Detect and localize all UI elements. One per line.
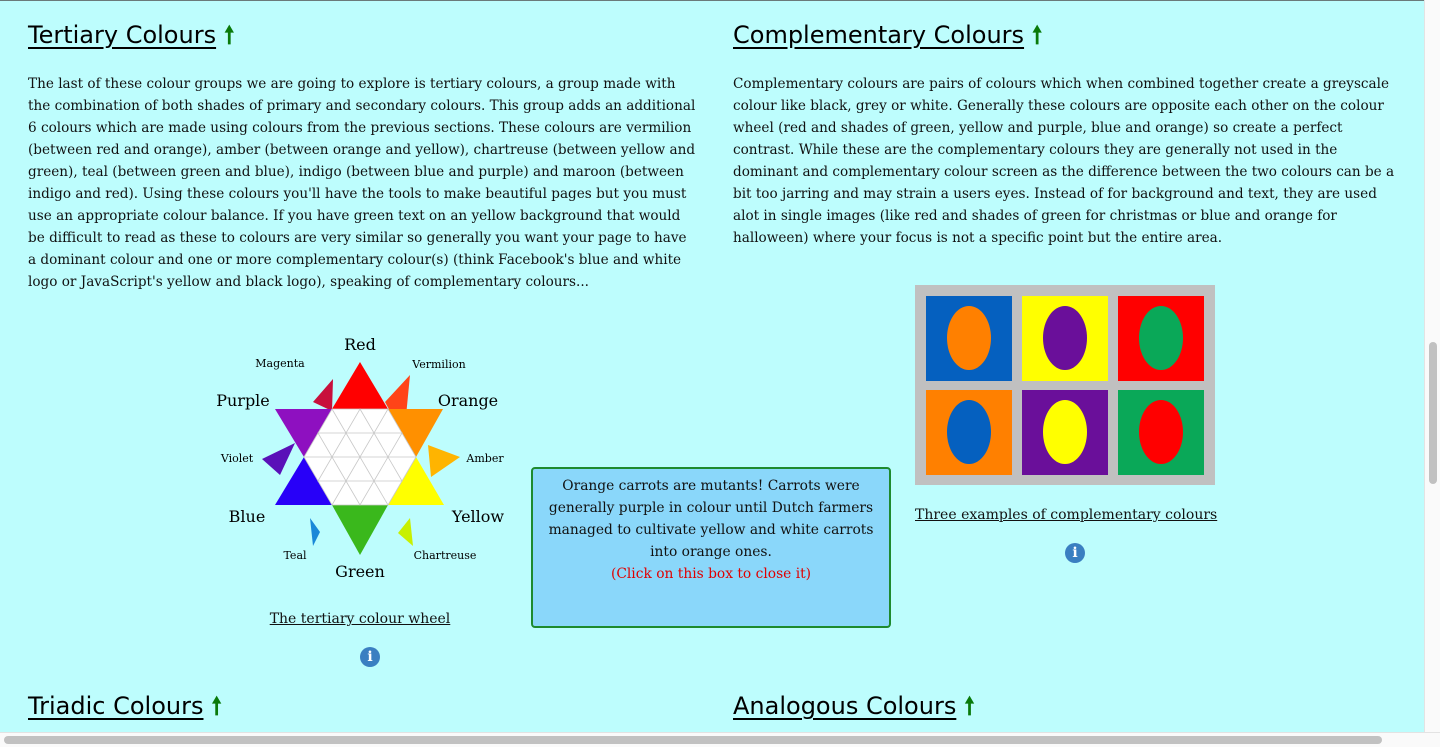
horizontal-scrollbar[interactable] bbox=[0, 732, 1440, 747]
tertiary-colours-title: Tertiary Colours bbox=[28, 21, 217, 49]
complementary-colours-title: Complementary Colours bbox=[733, 21, 1025, 49]
wheel-label-chartreuse: Chartreuse bbox=[414, 549, 477, 562]
vertical-scrollbar-thumb[interactable] bbox=[1429, 342, 1437, 484]
wheel-amber-point bbox=[428, 445, 460, 477]
wheel-label-blue: Blue bbox=[229, 507, 266, 526]
complementary-colours-paragraph: Complementary colours are pairs of colou… bbox=[733, 76, 1395, 246]
wheel-label-violet: Violet bbox=[220, 452, 254, 465]
example-tile-purple-yellow bbox=[1022, 390, 1108, 475]
example-oval-purple bbox=[1043, 306, 1087, 370]
tertiary-info-icon[interactable]: i bbox=[360, 647, 380, 667]
wheel-red-point bbox=[332, 362, 388, 409]
tertiary-wheel-caption: The tertiary colour wheel bbox=[269, 611, 451, 627]
wheel-label-green: Green bbox=[335, 562, 385, 581]
example-tile-blue-orange bbox=[926, 296, 1012, 381]
back-to-top-arrow-icon[interactable]: 🠕 bbox=[964, 689, 974, 730]
wheel-label-amber: Amber bbox=[465, 452, 504, 465]
wheel-label-orange: Orange bbox=[438, 391, 498, 410]
example-oval-blue bbox=[947, 400, 991, 464]
callout-fact-text: Orange carrots are mutants! Carrots were… bbox=[548, 478, 874, 560]
wheel-teal-point bbox=[310, 518, 320, 546]
example-tile-red-green bbox=[1118, 296, 1204, 381]
example-oval-green bbox=[1139, 306, 1183, 370]
wheel-label-teal: Teal bbox=[283, 549, 307, 562]
vertical-scrollbar[interactable] bbox=[1424, 0, 1440, 733]
complementary-examples-image bbox=[915, 285, 1215, 485]
example-tile-green-red bbox=[1118, 390, 1204, 475]
tertiary-colours-heading: Tertiary Colours 🠕 bbox=[28, 18, 234, 59]
callout-close-hint[interactable]: (Click on this box to close it) bbox=[543, 563, 879, 585]
complementary-colours-heading: Complementary Colours 🠕 bbox=[733, 18, 1042, 59]
complementary-image-caption: Three examples of complementary colours bbox=[915, 507, 1218, 523]
triadic-colours-heading: Triadic Colours 🠕 bbox=[28, 689, 222, 730]
example-oval-red bbox=[1139, 400, 1183, 464]
analogous-colours-heading: Analogous Colours 🠕 bbox=[733, 689, 975, 730]
back-to-top-arrow-icon[interactable]: 🠕 bbox=[224, 18, 234, 59]
back-to-top-arrow-icon[interactable]: 🠕 bbox=[1032, 18, 1042, 59]
example-oval-yellow bbox=[1043, 400, 1087, 464]
carrot-fact-callout-box[interactable]: Orange carrots are mutants! Carrots were… bbox=[531, 467, 891, 628]
horizontal-scrollbar-thumb[interactable] bbox=[4, 736, 1382, 744]
example-tile-yellow-purple bbox=[1022, 296, 1108, 381]
wheel-magenta-point bbox=[313, 379, 333, 411]
analogous-colours-title: Analogous Colours bbox=[733, 692, 957, 720]
wheel-green-point bbox=[332, 505, 388, 555]
complementary-info-icon[interactable]: i bbox=[1065, 543, 1085, 563]
back-to-top-arrow-icon[interactable]: 🠕 bbox=[211, 689, 221, 730]
wheel-violet-point bbox=[262, 443, 295, 475]
wheel-label-red: Red bbox=[344, 335, 376, 354]
wheel-label-yellow: Yellow bbox=[451, 507, 505, 526]
tertiary-colour-wheel-image: Red Orange Yellow Green Blue Purple Mage… bbox=[216, 335, 505, 581]
example-oval-orange bbox=[947, 306, 991, 370]
wheel-label-magenta: Magenta bbox=[255, 357, 305, 370]
wheel-chartreuse-point bbox=[398, 518, 413, 546]
page-content: Tertiary Colours 🠕 The last of these colo… bbox=[0, 0, 1425, 733]
wheel-label-vermilion: Vermilion bbox=[411, 358, 465, 371]
example-tile-orange-blue bbox=[926, 390, 1012, 475]
triadic-colours-title: Triadic Colours bbox=[28, 692, 204, 720]
tertiary-colours-paragraph: The last of these colour groups we are g… bbox=[28, 76, 696, 290]
wheel-label-purple: Purple bbox=[216, 391, 270, 410]
